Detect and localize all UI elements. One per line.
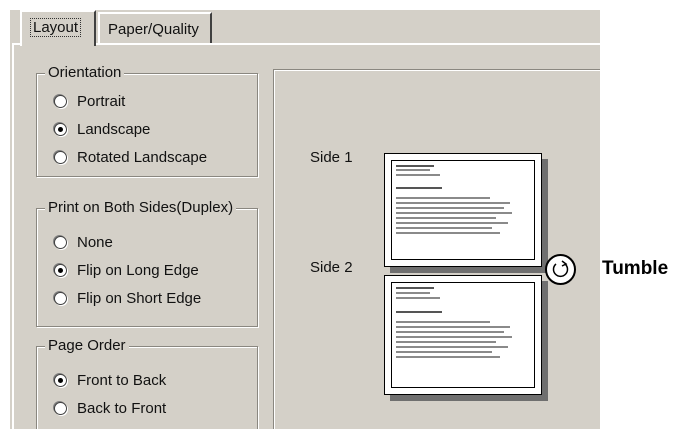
text-line bbox=[396, 346, 508, 348]
text-line bbox=[396, 227, 492, 229]
text-line bbox=[396, 292, 430, 294]
side2-page-border bbox=[391, 282, 535, 388]
text-line bbox=[396, 232, 500, 234]
text-line bbox=[396, 202, 510, 204]
text-line bbox=[396, 165, 434, 167]
radio-none[interactable]: None bbox=[54, 231, 113, 253]
side1-page-preview bbox=[384, 153, 542, 267]
radio-none-label: None bbox=[77, 233, 113, 251]
radio-flip-long-edge[interactable]: Flip on Long Edge bbox=[54, 259, 199, 281]
radio-landscape[interactable]: Landscape bbox=[54, 118, 150, 140]
radio-rotated-landscape-label: Rotated Landscape bbox=[77, 148, 208, 166]
radio-back-to-front[interactable]: Back to Front bbox=[54, 397, 166, 419]
radio-circle bbox=[54, 401, 67, 415]
text-line bbox=[396, 336, 512, 338]
text-line bbox=[396, 217, 496, 219]
page-order-title: Page Order bbox=[45, 337, 129, 355]
text-line bbox=[396, 331, 504, 333]
tab-paper-quality-label: Paper/Quality bbox=[108, 21, 199, 38]
radio-flip-long-edge-label: Flip on Long Edge bbox=[77, 261, 199, 279]
radio-circle-checked bbox=[54, 263, 67, 277]
text-line bbox=[396, 341, 496, 343]
text-line bbox=[396, 222, 508, 224]
tab-layout[interactable]: Layout bbox=[20, 10, 96, 46]
radio-circle bbox=[54, 94, 67, 108]
radio-rotated-landscape[interactable]: Rotated Landscape bbox=[54, 146, 207, 168]
orientation-group: Orientation Portrait Landscape Rotated L… bbox=[36, 64, 258, 177]
page-order-group: Page Order Front to Back Back to Front bbox=[36, 337, 258, 429]
rotate-arrow-icon bbox=[545, 254, 576, 285]
orientation-title: Orientation bbox=[45, 64, 125, 82]
text-line bbox=[396, 197, 490, 199]
print-layout-dialog: Layout Paper/Quality Orientation Portrai… bbox=[10, 10, 600, 429]
text-line bbox=[396, 311, 442, 313]
radio-circle-checked bbox=[54, 373, 67, 387]
duplex-preview: Side 1 Side 2 bbox=[273, 69, 600, 429]
radio-back-to-front-label: Back to Front bbox=[77, 399, 167, 417]
text-line bbox=[396, 187, 442, 189]
side2-label: Side 2 bbox=[310, 259, 353, 276]
tab-paper-quality[interactable]: Paper/Quality bbox=[98, 12, 212, 44]
tab-layout-label: Layout bbox=[30, 18, 82, 37]
side2-page-preview bbox=[384, 275, 542, 395]
text-line bbox=[396, 326, 510, 328]
text-line bbox=[396, 321, 490, 323]
radio-circle bbox=[54, 235, 67, 249]
radio-front-to-back[interactable]: Front to Back bbox=[54, 369, 166, 391]
radio-portrait-label: Portrait bbox=[77, 92, 126, 110]
text-line bbox=[396, 351, 492, 353]
radio-circle bbox=[54, 150, 67, 164]
text-line bbox=[396, 356, 500, 358]
radio-circle bbox=[54, 291, 67, 305]
text-line bbox=[396, 207, 504, 209]
radio-landscape-label: Landscape bbox=[77, 120, 151, 138]
text-line bbox=[396, 174, 440, 176]
duplex-title: Print on Both Sides(Duplex) bbox=[45, 199, 237, 217]
text-line bbox=[396, 169, 430, 171]
side1-page-border bbox=[391, 160, 535, 260]
side1-label: Side 1 bbox=[310, 149, 353, 166]
radio-portrait[interactable]: Portrait bbox=[54, 90, 125, 112]
duplex-group: Print on Both Sides(Duplex) None Flip on… bbox=[36, 199, 258, 327]
rotate-arrow-glyph bbox=[552, 260, 569, 278]
text-line bbox=[396, 297, 440, 299]
text-line bbox=[396, 287, 434, 289]
radio-flip-short-edge[interactable]: Flip on Short Edge bbox=[54, 287, 201, 309]
radio-front-to-back-label: Front to Back bbox=[77, 371, 167, 389]
text-line bbox=[396, 212, 512, 214]
radio-flip-short-edge-label: Flip on Short Edge bbox=[77, 289, 202, 307]
tumble-label: Tumble bbox=[602, 258, 669, 279]
radio-circle-checked bbox=[54, 122, 67, 136]
